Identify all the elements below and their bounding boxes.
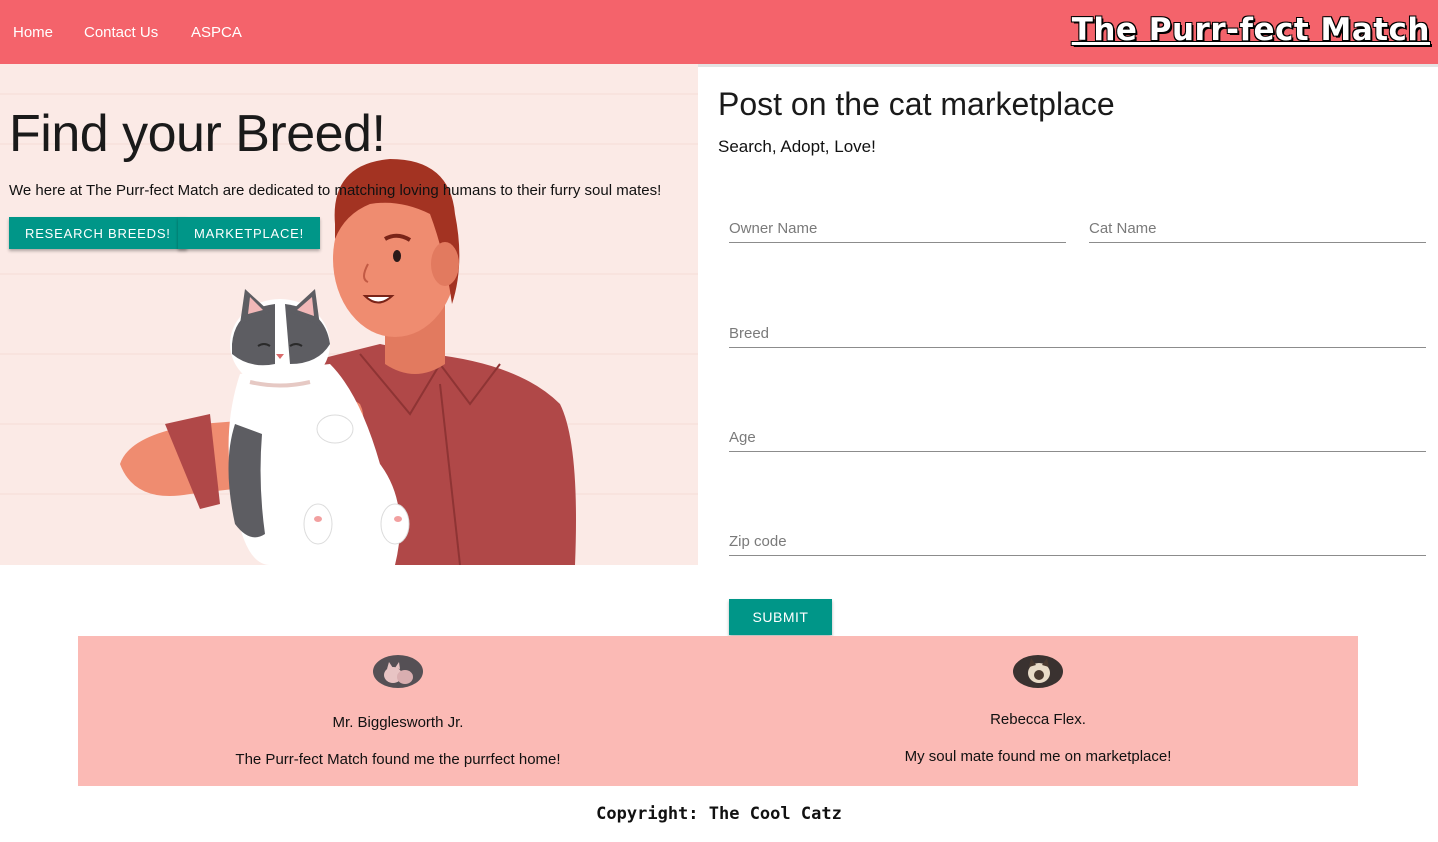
hairless-cat-avatar <box>373 655 423 688</box>
marketplace-form: Post on the cat marketplace Search, Adop… <box>698 64 1438 636</box>
age-input[interactable] <box>729 423 1426 452</box>
cat-name-input[interactable] <box>1089 214 1426 243</box>
nav-home-link[interactable]: Home <box>13 24 53 41</box>
site-brand[interactable]: The Purr-fect Match <box>1072 12 1430 48</box>
form-subtitle: Search, Adopt, Love! <box>718 137 876 156</box>
nav-contact-link[interactable]: Contact Us <box>84 24 158 41</box>
owner-name-input[interactable] <box>729 214 1066 243</box>
breed-input[interactable] <box>729 319 1426 348</box>
testimonial-quote: My soul mate found me on marketplace! <box>904 748 1172 765</box>
testimonial-name: Mr. Bigglesworth Jr. <box>332 714 464 731</box>
navbar: Home Contact Us ASPCA The Purr-fect Matc… <box>0 0 1438 64</box>
footer-copyright: Copyright: The Cool Catz <box>596 804 842 824</box>
research-breeds-button[interactable]: RESEARCH BREEDS! <box>9 217 187 249</box>
testimonial-quote: The Purr-fect Match found me the purrfec… <box>235 751 561 768</box>
hero-description: We here at The Purr-fect Match are dedic… <box>9 182 662 199</box>
siamese-cat-avatar <box>1013 655 1063 688</box>
hero-title: Find your Breed! <box>9 105 386 163</box>
submit-button[interactable]: SUBMIT <box>729 599 832 635</box>
testimonials-section: Mr. Bigglesworth Jr. The Purr-fect Match… <box>78 636 1358 786</box>
hero-section: Find your Breed! We here at The Purr-fec… <box>0 64 698 565</box>
zip-code-input[interactable] <box>729 527 1426 556</box>
testimonial-name: Rebecca Flex. <box>990 711 1086 728</box>
form-title: Post on the cat marketplace <box>718 86 1115 122</box>
nav-aspca-link[interactable]: ASPCA <box>191 24 242 41</box>
form-divider <box>698 64 1438 67</box>
marketplace-button[interactable]: MARKETPLACE! <box>178 217 321 249</box>
